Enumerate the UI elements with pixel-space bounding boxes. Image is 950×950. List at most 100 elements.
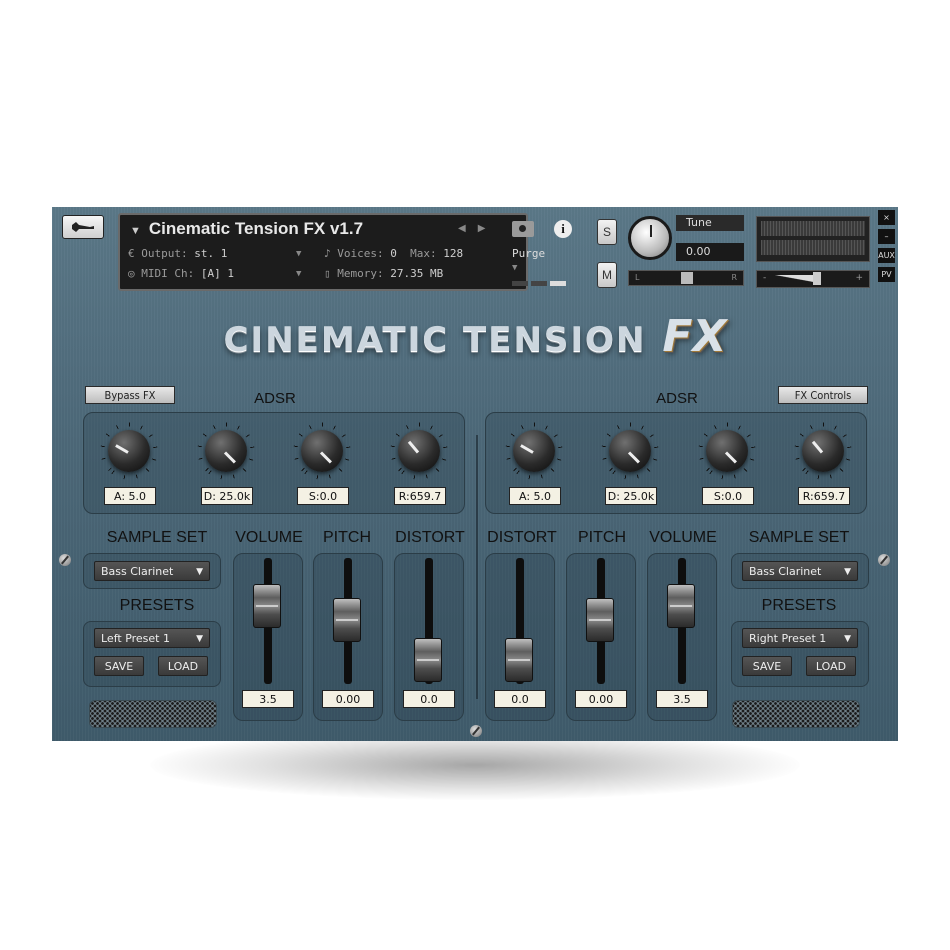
right-decay-value[interactable]: D: 25.0k: [605, 487, 657, 505]
camera-icon[interactable]: [512, 221, 534, 237]
memory-value: 27.35 MB: [390, 267, 444, 280]
pan-slider[interactable]: L R: [628, 270, 744, 286]
left-pitch-value[interactable]: 0.00: [322, 690, 374, 708]
mute-button[interactable]: M: [597, 262, 617, 288]
bypass-fx-button[interactable]: Bypass FX: [85, 386, 175, 404]
right-load-button[interactable]: LOAD: [806, 656, 856, 676]
instrument-header: ▼ Cinematic Tension FX v1.7 ◀▶ i € Output…: [52, 207, 898, 297]
right-distort-fader[interactable]: 0.0: [485, 553, 555, 721]
left-decay-knob[interactable]: [197, 422, 255, 480]
fader-thumb[interactable]: [505, 638, 533, 682]
midi-value: [A] 1: [200, 267, 234, 280]
left-decay-value[interactable]: D: 25.0k: [201, 487, 253, 505]
instrument-title[interactable]: ▼ Cinematic Tension FX v1.7: [130, 219, 363, 239]
volume-slider[interactable]: - +: [756, 270, 870, 288]
left-volume-value[interactable]: 3.5: [242, 690, 294, 708]
pv-button[interactable]: PV: [878, 267, 895, 282]
left-fader-label-1: PITCH: [323, 529, 371, 546]
right-pitch-value[interactable]: 0.00: [575, 690, 627, 708]
tune-value[interactable]: 0.00: [676, 243, 744, 261]
right-attack-value[interactable]: A: 5.0: [509, 487, 561, 505]
chevron-down-icon: ▼: [844, 634, 851, 644]
instrument-display: ▼ Cinematic Tension FX v1.7 ◀▶ i € Output…: [118, 213, 572, 291]
fader-thumb[interactable]: [667, 584, 695, 628]
tune-label: Tune: [676, 215, 744, 231]
max-label: Max:: [410, 247, 437, 260]
right-attack-knob[interactable]: [505, 422, 563, 480]
right-sustain-knob[interactable]: [698, 422, 756, 480]
pan-left-label: L: [635, 273, 640, 282]
left-release-value[interactable]: R:659.7: [394, 487, 446, 505]
midi-row[interactable]: ◎ MIDI Ch: [A] 1: [128, 267, 234, 280]
left-sustain-value[interactable]: S:0.0: [297, 487, 349, 505]
right-fader-label-2: VOLUME: [649, 529, 717, 546]
cpu-meters: [512, 275, 572, 286]
tune-knob[interactable]: [628, 216, 672, 260]
voices-value: 0: [390, 247, 397, 260]
right-volume-fader[interactable]: 3.5: [647, 553, 717, 721]
left-release-knob[interactable]: [390, 422, 448, 480]
right-sample-set-dropdown[interactable]: Bass Clarinet ▼: [742, 561, 858, 581]
right-fader-label-0: DISTORT: [487, 529, 557, 546]
right-preset-dropdown[interactable]: Right Preset 1 ▼: [742, 628, 858, 648]
left-distort-value[interactable]: 0.0: [403, 690, 455, 708]
info-icon[interactable]: i: [554, 220, 572, 238]
wrench-button[interactable]: [62, 215, 104, 239]
right-distort-value[interactable]: 0.0: [494, 690, 546, 708]
max-value: 128: [443, 247, 464, 260]
fx-controls-button[interactable]: FX Controls: [778, 386, 868, 404]
left-preset-value: Left Preset 1: [101, 632, 170, 645]
pan-right-label: R: [731, 273, 737, 282]
right-pitch-fader[interactable]: 0.00: [566, 553, 636, 721]
knob-cap: [108, 430, 150, 472]
window-controls: × – AUX PV: [878, 210, 895, 286]
bottom-screw: [470, 725, 482, 737]
output-value: st. 1: [194, 247, 228, 260]
level-meter: [756, 216, 870, 262]
right-sustain-value[interactable]: S:0.0: [702, 487, 754, 505]
right-presets-label: PRESETS: [761, 597, 837, 614]
volume-handle[interactable]: [813, 272, 821, 285]
right-release-knob[interactable]: [794, 422, 852, 480]
fader-thumb[interactable]: [414, 638, 442, 682]
left-sample-set-value: Bass Clarinet: [101, 565, 174, 578]
left-attack-value[interactable]: A: 5.0: [104, 487, 156, 505]
left-preset-dropdown[interactable]: Left Preset 1 ▼: [94, 628, 210, 648]
center-divider: [476, 435, 478, 699]
dropdown-icon: ▼: [130, 225, 141, 237]
right-release-value[interactable]: R:659.7: [798, 487, 850, 505]
volume-plus-label: +: [855, 273, 863, 283]
output-icon: €: [128, 247, 135, 260]
chevron-down-icon: ▼: [196, 634, 203, 644]
purge-dropdown-icon: ▼: [512, 263, 518, 273]
right-sample-set-label: SAMPLE SET: [748, 529, 850, 546]
left-attack-knob[interactable]: [100, 422, 158, 480]
output-row[interactable]: € Output: st. 1: [128, 247, 227, 260]
close-button[interactable]: ×: [878, 210, 895, 225]
minimize-button[interactable]: –: [878, 229, 895, 244]
right-volume-value[interactable]: 3.5: [656, 690, 708, 708]
fader-thumb[interactable]: [333, 598, 361, 642]
solo-button[interactable]: S: [597, 219, 617, 245]
right-save-button[interactable]: SAVE: [742, 656, 792, 676]
pan-handle[interactable]: [681, 272, 693, 284]
output-label: Output:: [141, 247, 188, 260]
midi-dropdown-icon[interactable]: ▼: [296, 269, 301, 279]
midi-icon: ◎: [128, 267, 135, 280]
left-sustain-knob[interactable]: [293, 422, 351, 480]
output-dropdown-icon[interactable]: ▼: [296, 249, 301, 259]
volume-minus-label: -: [763, 273, 767, 283]
left-pitch-fader[interactable]: 0.00: [313, 553, 383, 721]
left-distort-fader[interactable]: 0.0: [394, 553, 464, 721]
left-screw: [59, 554, 71, 566]
fader-thumb[interactable]: [586, 598, 614, 642]
right-decay-knob[interactable]: [601, 422, 659, 480]
purge-menu[interactable]: Purge ▼: [512, 247, 545, 273]
left-sample-set-dropdown[interactable]: Bass Clarinet ▼: [94, 561, 210, 581]
fader-thumb[interactable]: [253, 584, 281, 628]
aux-button[interactable]: AUX: [878, 248, 895, 263]
prev-next-arrows[interactable]: ◀▶: [458, 223, 497, 234]
left-save-button[interactable]: SAVE: [94, 656, 144, 676]
left-load-button[interactable]: LOAD: [158, 656, 208, 676]
left-volume-fader[interactable]: 3.5: [233, 553, 303, 721]
